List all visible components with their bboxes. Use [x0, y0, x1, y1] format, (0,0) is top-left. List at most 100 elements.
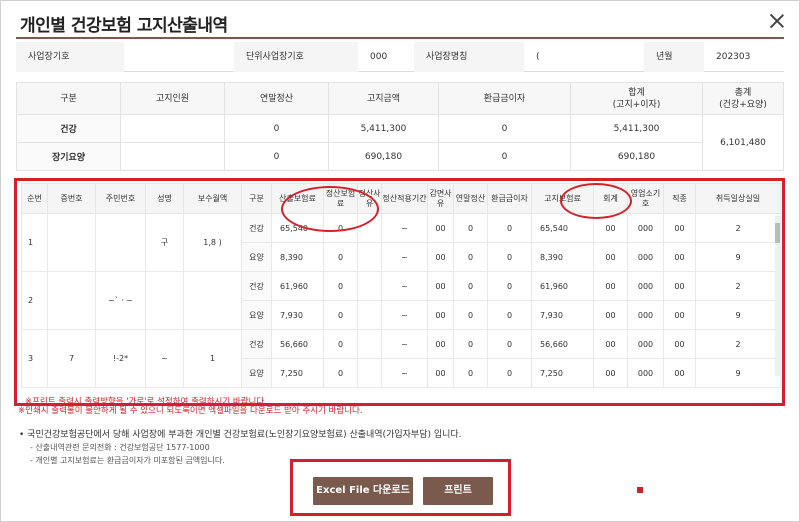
detail-cell-card [47, 271, 96, 330]
detail-cell-yearend: 0 [453, 271, 488, 301]
contact-note: - 산출내역관련 문의전화 : 건강보험공단 1577-1000 [30, 443, 210, 452]
detail-cell-reason [357, 329, 382, 359]
detail-cell-yearend: 0 [453, 300, 488, 330]
detail-header: 회계 [593, 183, 628, 214]
detail-header: 직종 [663, 183, 696, 214]
detail-table[interactable]: 순번 증번호 주민번호 성명 보수월액 구분 산출보험료 정산보험료 정산사유 정산적용기간 감면사… [21, 183, 781, 403]
detail-cell-type: 요양 [241, 358, 272, 388]
detail-cell-reduct: 00 [427, 242, 454, 272]
detail-cell-acct: 00 [593, 300, 628, 330]
excel-download-note: ※인쇄시 출력물이 불안하게 될 수 있으니 되도록이면 엑셀파일을 다운로드 … [18, 406, 363, 416]
summary-cell: 690,180 [570, 142, 703, 171]
detail-cell-pay: 1,8 ) [183, 213, 242, 272]
detail-header: 산출보험료 [271, 183, 324, 214]
detail-cell-notice: 61,960 [531, 271, 594, 301]
detail-cell-period: ~ [381, 300, 428, 330]
detail-header: 보수월액 [183, 183, 242, 214]
summary-cell: 0 [224, 142, 329, 171]
close-icon[interactable] [768, 12, 786, 30]
detail-cell-adj: 0 [323, 300, 358, 330]
detail-cell-reason [357, 300, 382, 330]
detail-cell-interest: 0 [487, 329, 532, 359]
detail-cell-acct: 00 [593, 213, 628, 243]
summary-total: 6,101,480 [702, 114, 784, 171]
detail-cell-reduct: 00 [427, 300, 454, 330]
detail-header: 구분 [241, 183, 272, 214]
info-note: • 국민건강보험공단에서 당해 사업장에 부과한 개인별 건강보험료(노인장기요… [19, 430, 462, 440]
summary-cell: 0 [438, 142, 571, 171]
detail-cell-job: 00 [663, 213, 696, 243]
detail-cell-name: 구 [145, 213, 184, 272]
detail-cell-job: 00 [663, 329, 696, 359]
detail-header: 정산적용기간 [381, 183, 428, 214]
summary-row-label: 건강 [16, 114, 121, 143]
detail-cell-period: ~ [381, 213, 428, 243]
detail-cell-type: 요양 [241, 300, 272, 330]
title-divider [16, 37, 784, 39]
summary-table: 구분 고지인원 연말정산 고지금액 환급금이자 합계 (고지+이자) 총계 (건… [16, 82, 784, 171]
detail-cell-interest: 0 [487, 271, 532, 301]
detail-cell-acct: 00 [593, 271, 628, 301]
detail-cell-job: 00 [663, 300, 696, 330]
detail-cell-type: 요양 [241, 242, 272, 272]
detail-cell-calc: 56,660 [271, 329, 324, 359]
summary-header: 환급금이자 [438, 82, 571, 115]
detail-cell-acct: 00 [593, 329, 628, 359]
detail-cell-notice: 7,250 [531, 358, 594, 388]
detail-cell-date: 9 [695, 242, 781, 272]
print-button[interactable]: 프린트 [423, 477, 493, 505]
detail-cell-date: 9 [695, 300, 781, 330]
detail-cell-calc: 61,960 [271, 271, 324, 301]
unit-no-value: 000 [370, 52, 388, 62]
detail-header: 연말정산 [453, 183, 488, 214]
detail-cell-acct: 00 [593, 242, 628, 272]
detail-header: 증번호 [47, 183, 96, 214]
detail-cell-period: ~ [381, 271, 428, 301]
detail-cell-period: ~ [381, 358, 428, 388]
detail-cell-job: 00 [663, 271, 696, 301]
detail-cell-reason [357, 358, 382, 388]
detail-cell-reason [357, 242, 382, 272]
table-row: 2 ~` · ~ 건강 61,960 0 ~00 0 0 61,960 00 000 00 2 [21, 271, 781, 330]
workplace-no-value [124, 42, 234, 72]
refund-note: - 개인별 고지보험료는 환급금이자가 미포함된 금액입니다. [30, 456, 225, 465]
year-month-label: 년월 [644, 42, 704, 72]
detail-cell-office: 000 [627, 213, 664, 243]
detail-cell-calc: 7,930 [271, 300, 324, 330]
table-row: 1 구 1,8 ) 건강 65,540 0 ~00 0 0 65,540 00 000 00 2 [21, 213, 781, 272]
scrollbar-thumb[interactable] [775, 223, 780, 243]
detail-cell-reduct: 00 [427, 271, 454, 301]
detail-cell-office: 000 [627, 242, 664, 272]
detail-cell-seq: 2 [21, 271, 48, 330]
detail-cell-adj: 0 [323, 329, 358, 359]
detail-header: 취득일상실일 [695, 183, 781, 214]
detail-cell-rrn [95, 213, 146, 272]
detail-header: 정산사유 [357, 183, 382, 214]
detail-cell-office: 000 [627, 300, 664, 330]
detail-header: 환급금이자 [487, 183, 532, 214]
summary-header: 구분 [16, 82, 121, 115]
detail-cell-office: 000 [627, 329, 664, 359]
summary-row: 장기요양 0 690,180 0 690,180 [16, 142, 784, 171]
detail-cell-date: 2 [695, 271, 781, 301]
detail-cell-reason [357, 213, 382, 243]
summary-header: 고지인원 [120, 82, 225, 115]
detail-cell-date: 2 [695, 213, 781, 243]
detail-cell-rrn: ~` · ~ [95, 271, 146, 330]
detail-cell-yearend: 0 [453, 213, 488, 243]
workplace-info-bar: 사업장기호 단위사업장기호 000 사업장명칭 ( 년월 202303 [16, 42, 784, 72]
red-marker [637, 487, 643, 493]
detail-cell-notice: 7,930 [531, 300, 594, 330]
summary-cell: 0 [438, 114, 571, 143]
summary-header: 고지금액 [328, 82, 439, 115]
detail-cell-notice: 56,660 [531, 329, 594, 359]
summary-cell: 690,180 [328, 142, 439, 171]
detail-header: 감면사유 [427, 183, 454, 214]
detail-cell-interest: 0 [487, 358, 532, 388]
excel-download-button[interactable]: Excel File 다운로드 [313, 477, 413, 505]
detail-cell-interest: 0 [487, 213, 532, 243]
modal-title: 개인별 건강보험 고지산출내역 [20, 16, 228, 36]
detail-header: 주민번호 [95, 183, 146, 214]
detail-cell-adj: 0 [323, 271, 358, 301]
detail-cell-pay [183, 271, 242, 330]
